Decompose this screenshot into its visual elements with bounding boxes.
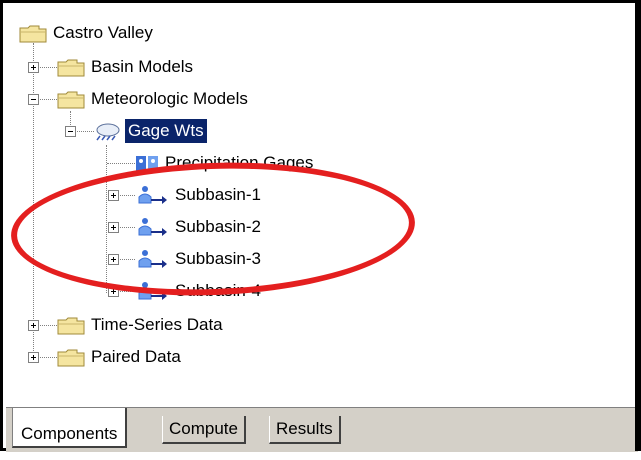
folder-icon: [57, 57, 85, 77]
tree-connector: [37, 357, 57, 358]
tree-node-label: Castro Valley: [53, 23, 153, 42]
tab-compute[interactable]: Compute: [162, 416, 246, 444]
tree-node-meteorologic-models[interactable]: Meteorologic Models: [57, 85, 251, 113]
folder-icon: [57, 347, 85, 367]
tree-node-label: Time-Series Data: [91, 315, 223, 334]
component-tree: Castro Valley Basin Models Meteorologic …: [3, 3, 638, 407]
folder-icon: [57, 315, 85, 335]
collapse-meteorologic-models[interactable]: [28, 94, 39, 105]
tree-connector: [74, 131, 94, 132]
expand-paired-data[interactable]: [28, 352, 39, 363]
tree-node-label: Meteorologic Models: [91, 89, 248, 108]
expand-basin-models[interactable]: [28, 62, 39, 73]
collapse-gage-wts[interactable]: [65, 126, 76, 137]
tree-node-paired-data[interactable]: Paired Data: [57, 343, 184, 371]
tree-connector: [33, 43, 34, 357]
tree-node-label: Basin Models: [91, 57, 194, 76]
tree-node-castro-valley[interactable]: Castro Valley: [19, 19, 156, 47]
tree-node-time-series-data[interactable]: Time-Series Data: [57, 311, 226, 339]
tree-connector: [37, 325, 57, 326]
tree-node-gage-wts[interactable]: Gage Wts: [94, 117, 207, 145]
meteorologic-model-icon: [94, 121, 122, 141]
window-edge: [635, 0, 641, 451]
tab-bar: Components Compute Results: [6, 407, 638, 452]
tree-connector: [37, 67, 57, 68]
folder-icon: [19, 23, 47, 43]
annotation-oval: [8, 155, 418, 303]
tree-panel: Castro Valley Basin Models Meteorologic …: [0, 0, 641, 452]
folder-icon: [57, 89, 85, 109]
tree-connector: [107, 163, 135, 164]
tree-connector: [37, 99, 57, 100]
tree-node-label: Paired Data: [91, 347, 181, 366]
expand-time-series-data[interactable]: [28, 320, 39, 331]
tree-node-basin-models[interactable]: Basin Models: [57, 53, 196, 81]
tree-node-label: Gage Wts: [125, 119, 207, 143]
tab-results[interactable]: Results: [269, 416, 341, 444]
tab-components[interactable]: Components: [12, 408, 128, 448]
